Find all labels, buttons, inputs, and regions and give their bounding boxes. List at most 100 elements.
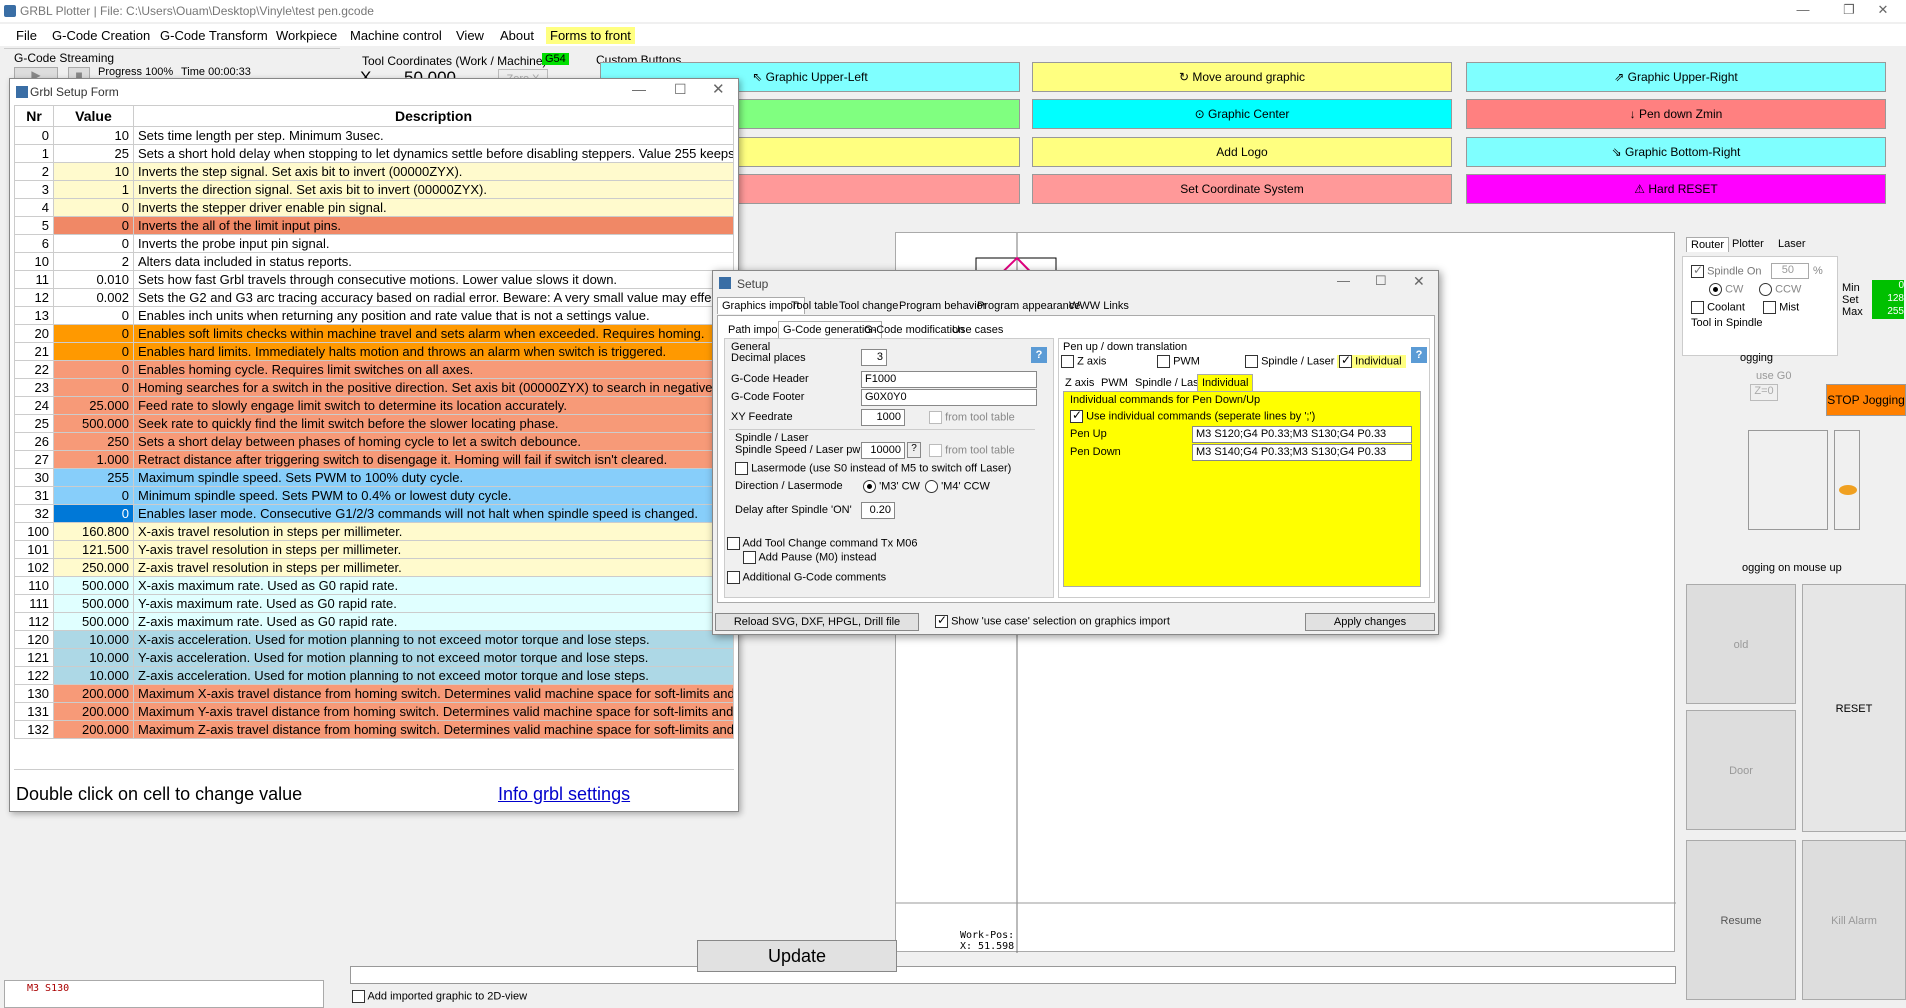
info-grbl-settings-link[interactable]: Info grbl settings (498, 784, 630, 805)
cell-value[interactable]: 10 (52, 162, 134, 181)
cell-value[interactable]: 1 (52, 180, 134, 199)
cell-value[interactable]: 200.000 (52, 702, 134, 721)
pen-pwm-checkbox[interactable] (1157, 355, 1170, 368)
subtab-use-cases[interactable]: Use cases (948, 322, 1007, 338)
coolant-option[interactable]: Coolant (1691, 301, 1745, 314)
cell-value[interactable]: 200.000 (52, 684, 134, 703)
help-icon[interactable]: ? (1031, 347, 1047, 363)
menu-about[interactable]: About (496, 27, 538, 44)
command-input[interactable] (350, 966, 1676, 984)
menu-forms-to-front[interactable]: Forms to front (546, 27, 635, 44)
custom-button-2[interactable]: ↻ Move around graphic (1032, 62, 1452, 92)
menu-gcode-transform[interactable]: G-Code Transform (156, 27, 272, 44)
table-row[interactable]: 12 0.002 Sets the G2 and G3 arc tracing ac… (14, 288, 735, 307)
cell-value[interactable]: 0 (52, 342, 134, 361)
ccw-option[interactable]: CCW (1759, 283, 1801, 296)
table-row[interactable]: 30 255 Maximum spindle speed. Sets PWM to … (14, 468, 735, 487)
cell-value[interactable]: 10 (52, 126, 134, 145)
custom-button-5[interactable]: ⊙ Graphic Center (1032, 99, 1452, 129)
table-row[interactable]: 112 500.000 Z-axis maximum rate. Used as G… (14, 612, 735, 631)
tab-router[interactable]: Router (1686, 237, 1730, 252)
cell-value[interactable]: 0 (52, 216, 134, 235)
lasermode-checkbox[interactable] (735, 462, 748, 475)
cw-radio[interactable] (1709, 283, 1722, 296)
cell-value[interactable]: 25.000 (52, 396, 134, 415)
cell-value[interactable]: 0.002 (52, 288, 134, 307)
cell-value[interactable]: 0 (52, 504, 134, 523)
table-row[interactable]: 23 0 Homing searches for a switch in the p… (14, 378, 735, 397)
table-row[interactable]: 111 500.000 Y-axis maximum rate. Used as G… (14, 594, 735, 613)
mist-checkbox[interactable] (1763, 301, 1776, 314)
code-editor[interactable]: M3 S130 (4, 980, 324, 1008)
minimize-icon[interactable]: — (1780, 0, 1826, 22)
add-pause-checkbox[interactable] (743, 551, 756, 564)
apply-changes-button[interactable]: Apply changes (1305, 613, 1435, 631)
col-header-description[interactable]: Description (132, 105, 735, 127)
custom-button-3[interactable]: ⇗ Graphic Upper-Right (1466, 62, 1886, 92)
cw-m3-radio[interactable] (863, 480, 876, 493)
custom-button-9[interactable]: ⇘ Graphic Bottom-Right (1466, 137, 1886, 167)
table-row[interactable]: 2 10 Inverts the step signal. Set axis bit… (14, 162, 735, 181)
decimal-places-input[interactable]: 3 (861, 349, 887, 366)
cell-value[interactable]: 500.000 (52, 612, 134, 631)
grbl-minimize-icon[interactable]: — (632, 81, 646, 97)
table-row[interactable]: 131 200.000 Maximum Y-axis travel distance… (14, 702, 735, 721)
tab-laser[interactable]: Laser (1778, 238, 1806, 250)
pen-up-input[interactable]: M3 S120;G4 P0.33;M3 S130;G4 P0.33 (1192, 426, 1412, 443)
cell-value[interactable]: 500.000 (52, 594, 134, 613)
menu-view[interactable]: View (452, 27, 488, 44)
pen-spindle-checkbox[interactable] (1245, 355, 1258, 368)
show-use-case-checkbox[interactable] (935, 613, 948, 628)
door-button[interactable]: Door (1686, 710, 1796, 830)
update-button[interactable]: Update (697, 940, 897, 972)
cell-value[interactable]: 2 (52, 252, 134, 271)
table-row[interactable]: 0 10 Sets time length per step. Minimum 3u… (14, 126, 735, 145)
tab-tool-table[interactable]: Tool table (787, 298, 842, 314)
table-row[interactable]: 31 0 Minimum spindle speed. Sets PWM to 0.… (14, 486, 735, 505)
setup-minimize-icon[interactable]: — (1337, 273, 1350, 288)
reload-file-button[interactable]: Reload SVG, DXF, HPGL, Drill file (715, 613, 919, 631)
cell-value[interactable]: 10.000 (52, 648, 134, 667)
tab-www-links[interactable]: WWW Links (1065, 298, 1133, 314)
coolant-checkbox[interactable] (1691, 301, 1704, 314)
add-imported-graphic-option[interactable]: Add imported graphic to 2D-view (352, 990, 527, 1003)
tab-plotter[interactable]: Plotter (1732, 238, 1764, 250)
cell-value[interactable]: 0 (52, 360, 134, 379)
table-row[interactable]: 132 200.000 Maximum Z-axis travel distance… (14, 720, 735, 739)
table-row[interactable]: 6 0 Inverts the probe input pin signal. (14, 234, 735, 253)
xy-from-tool-option[interactable]: from tool table (929, 411, 1015, 424)
add-pause-option[interactable]: Add Pause (M0) instead (743, 551, 876, 564)
jog-pad-xy[interactable] (1748, 430, 1828, 530)
cell-value[interactable]: 500.000 (52, 576, 134, 595)
table-row[interactable]: 5 0 Inverts the all of the limit input pin… (14, 216, 735, 235)
table-row[interactable]: 20 0 Enables soft limits checks within mac… (14, 324, 735, 343)
pen-down-input[interactable]: M3 S140;G4 P0.33;M3 S130;G4 P0.33 (1192, 444, 1412, 461)
feed-hold-button[interactable]: old (1686, 584, 1796, 704)
table-row[interactable]: 130 200.000 Maximum X-axis travel distance… (14, 684, 735, 703)
custom-button-8[interactable]: Add Logo (1032, 137, 1452, 167)
cell-value[interactable]: 200.000 (52, 720, 134, 739)
cw-option[interactable]: CW (1709, 283, 1743, 296)
custom-button-12[interactable]: ⚠ Hard RESET (1466, 174, 1886, 204)
use-individual-option[interactable]: Use individual commands (seperate lines … (1070, 408, 1315, 423)
setup-close-icon[interactable]: ✕ (1413, 273, 1425, 290)
table-row[interactable]: 101 121.500 Y-axis travel resolution in st… (14, 540, 735, 559)
cell-value[interactable]: 250 (52, 432, 134, 451)
spindle-speed-field[interactable]: 10000 (861, 442, 905, 459)
cell-value[interactable]: 0.010 (52, 270, 134, 289)
cell-value[interactable]: 0 (52, 234, 134, 253)
table-row[interactable]: 26 250 Sets a short delay between phases o… (14, 432, 735, 451)
menu-gcode-creation[interactable]: G-Code Creation (48, 27, 154, 44)
setup-maximize-icon[interactable]: ☐ (1375, 273, 1387, 289)
table-row[interactable]: 120 10.000 X-axis acceleration. Used for m… (14, 630, 735, 649)
pen-zaxis-option[interactable]: Z axis (1061, 355, 1106, 368)
pen-help-icon[interactable]: ? (1411, 347, 1427, 363)
spindle-help-button[interactable]: ? (907, 442, 921, 458)
cell-value[interactable]: 0 (52, 198, 134, 217)
table-row[interactable]: 13 0 Enables inch units when returning any… (14, 306, 735, 325)
resume-button[interactable]: Resume (1686, 840, 1796, 1000)
cell-value[interactable]: 10.000 (52, 630, 134, 649)
custom-button-11[interactable]: Set Coordinate System (1032, 174, 1452, 204)
table-row[interactable]: 100 160.800 X-axis travel resolution in st… (14, 522, 735, 541)
spindle-speed-input[interactable]: 50 (1771, 263, 1809, 279)
